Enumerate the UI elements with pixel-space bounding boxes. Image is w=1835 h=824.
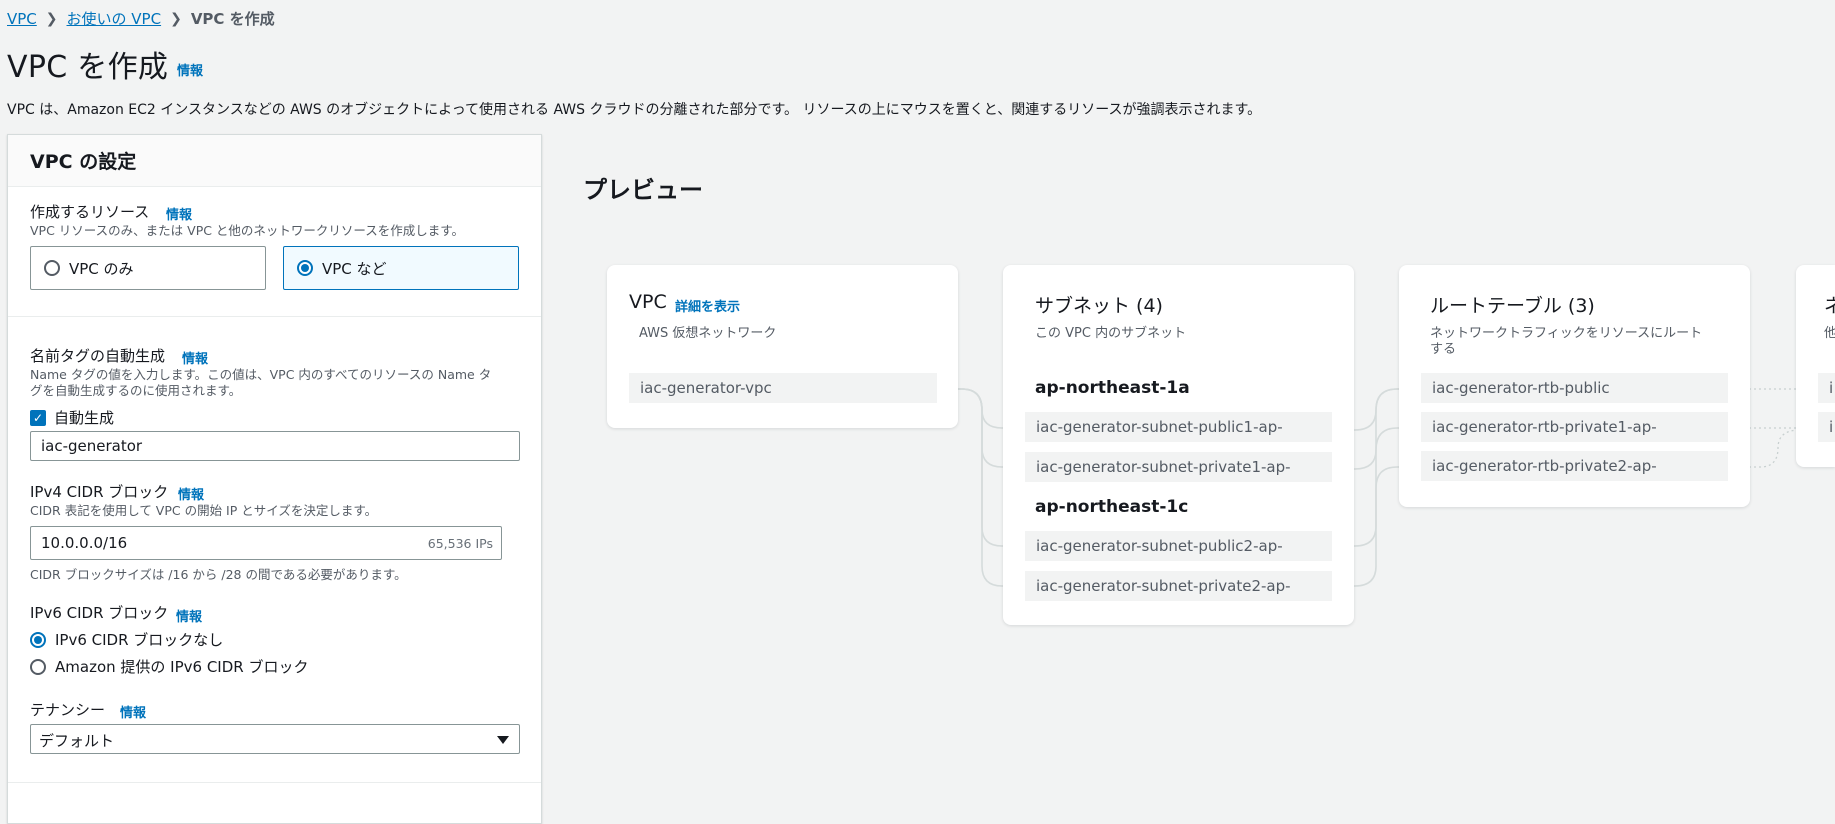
availability-zone-label: ap-northeast-1c: [1035, 497, 1189, 517]
preview-vpc-card: VPC 詳細を表示 AWS 仮想ネットワーク iac-generator-vpc: [607, 265, 958, 428]
network-connections-subtitle: 他: [1824, 326, 1835, 341]
vpc-details-link[interactable]: 詳細を表示: [675, 296, 740, 315]
preview-route-tables-card: ルートテーブル (3) ネットワークトラフィックをリソースにルート する iac…: [1399, 265, 1750, 507]
route-tables-subtitle-2: する: [1430, 342, 1457, 357]
route-table-node[interactable]: iac-generator-rtb-public: [1421, 373, 1728, 403]
subnet-node[interactable]: iac-generator-subnet-public2-ap-: [1025, 531, 1332, 561]
subnet-node[interactable]: iac-generator-subnet-public1-ap-: [1025, 412, 1332, 442]
route-table-node[interactable]: iac-generator-rtb-private2-ap-: [1421, 451, 1728, 481]
route-table-node[interactable]: iac-generator-rtb-private1-ap-: [1421, 412, 1728, 442]
subnet-node[interactable]: iac-generator-subnet-private2-ap-: [1025, 571, 1332, 601]
vpc-card-subtitle: AWS 仮想ネットワーク: [639, 326, 777, 341]
route-tables-card-title: ルートテーブル (3): [1430, 295, 1595, 317]
subnets-card-subtitle: この VPC 内のサブネット: [1035, 326, 1187, 341]
preview-network-connections-card: ネ 他 i i: [1796, 265, 1835, 467]
route-tables-subtitle-1: ネットワークトラフィックをリソースにルート: [1430, 326, 1703, 341]
preview-subnets-card: サブネット (4) この VPC 内のサブネット ap-northeast-1a…: [1003, 265, 1354, 625]
network-connections-card-title: ネ: [1824, 295, 1835, 317]
vpc-node[interactable]: iac-generator-vpc: [629, 373, 937, 403]
network-connection-node[interactable]: i: [1818, 373, 1835, 403]
availability-zone-label: ap-northeast-1a: [1035, 378, 1190, 398]
network-connection-node[interactable]: i: [1818, 412, 1835, 442]
vpc-card-title: VPC: [629, 291, 667, 313]
subnet-node[interactable]: iac-generator-subnet-private1-ap-: [1025, 452, 1332, 482]
subnets-card-title: サブネット (4): [1035, 295, 1163, 317]
